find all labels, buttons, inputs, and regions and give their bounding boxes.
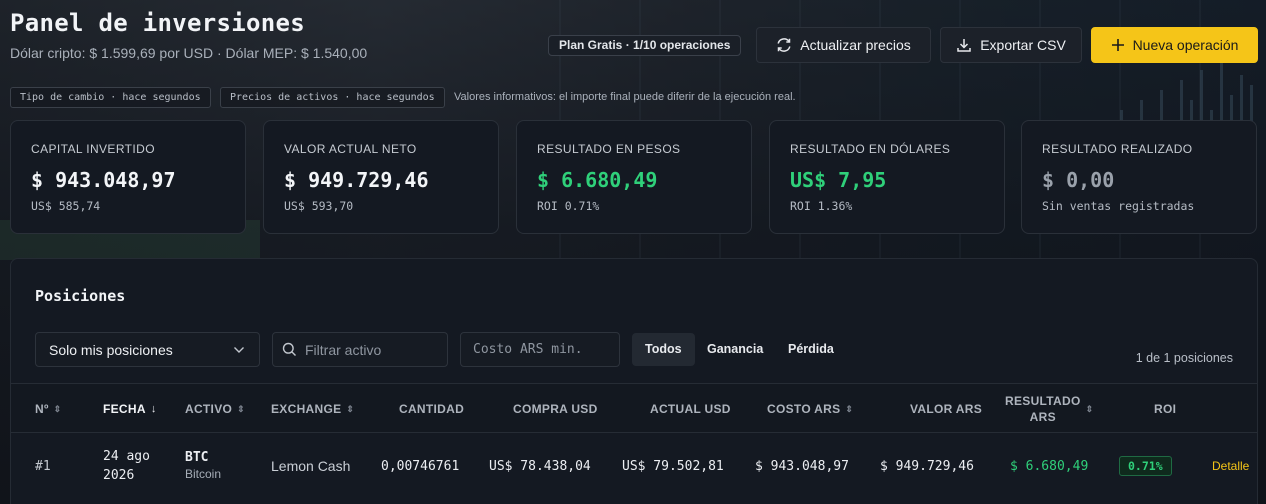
- asset-prices-tag: Precios de activos · hace segundos: [220, 87, 445, 108]
- new-operation-label: Nueva operación: [1132, 37, 1239, 53]
- roi-badge: 0.71%: [1119, 456, 1172, 476]
- export-csv-button[interactable]: Exportar CSV: [940, 27, 1082, 63]
- card-sub: US$ 585,74: [31, 199, 101, 213]
- column-result-ars[interactable]: RESULTADO ARS ⇕: [1005, 384, 1093, 434]
- card-value: $ 949.729,46: [284, 168, 429, 192]
- row-number: #1: [35, 458, 51, 474]
- row-result-ars: $ 6.680,49: [1010, 458, 1089, 474]
- column-date[interactable]: FECHA ↓: [103, 384, 157, 434]
- refresh-prices-label: Actualizar precios: [800, 37, 911, 53]
- page-title: Panel de inversiones: [10, 9, 305, 37]
- column-label: FECHA: [103, 402, 146, 416]
- detail-link[interactable]: Detalle: [1212, 459, 1249, 473]
- column-value-ars: VALOR ARS: [910, 384, 982, 434]
- filter-loss-button[interactable]: Pérdida: [775, 333, 847, 366]
- row-cost-ars: $ 943.048,97: [755, 458, 849, 474]
- download-icon: [957, 39, 971, 52]
- sort-icon: ⇕: [237, 403, 245, 414]
- refresh-icon: [777, 38, 791, 52]
- column-label: CANTIDAD: [399, 402, 465, 416]
- card-sub: ROI 1.36%: [790, 199, 853, 213]
- filter-all-button[interactable]: Todos: [632, 333, 695, 366]
- column-asset[interactable]: ACTIVO ⇕: [185, 384, 245, 434]
- row-current-usd: US$ 79.502,81: [622, 458, 724, 474]
- column-label: EXCHANGE: [271, 402, 342, 416]
- column-label: COMPRA USD: [513, 402, 598, 416]
- column-quantity: CANTIDAD: [399, 384, 464, 434]
- card-net-current-value: VALOR ACTUAL NETO $ 949.729,46 US$ 593,7…: [263, 120, 499, 234]
- card-result-pesos: RESULTADO EN PESOS $ 6.680,49 ROI 0.71%: [516, 120, 752, 234]
- asset-filter-field: [272, 332, 448, 367]
- min-cost-input[interactable]: [473, 333, 619, 366]
- row-buy-usd: US$ 78.438,04: [489, 458, 591, 474]
- card-label: VALOR ACTUAL NETO: [284, 142, 417, 156]
- row-detail: Detalle: [1212, 433, 1249, 499]
- sort-icon: ⇕: [845, 403, 854, 414]
- select-value: Solo mis posiciones: [49, 341, 173, 358]
- row-date-day: 24 ago: [103, 449, 150, 464]
- positions-count: 1 de 1 posiciones: [1135, 351, 1233, 365]
- asset-symbol: BTC: [185, 450, 209, 465]
- card-sub: Sin ventas registradas: [1042, 199, 1195, 213]
- column-label: COSTO ARS: [767, 402, 841, 416]
- column-label: RESULTADO: [1005, 394, 1081, 408]
- positions-scope-select[interactable]: Solo mis posiciones: [35, 332, 260, 367]
- positions-title: Posiciones: [35, 287, 126, 305]
- row-date: 24 ago 2026: [103, 433, 150, 499]
- card-label: CAPITAL INVERTIDO: [31, 142, 155, 156]
- card-realized-result: RESULTADO REALIZADO $ 0,00 Sin ventas re…: [1021, 120, 1257, 234]
- row-date-year: 2026: [103, 468, 135, 483]
- card-value: US$ 7,95: [790, 168, 887, 192]
- card-capital-invested: CAPITAL INVERTIDO $ 943.048,97 US$ 585,7…: [10, 120, 246, 234]
- chevron-down-icon: [234, 346, 244, 353]
- column-label: Nº: [35, 402, 49, 416]
- column-label: ACTUAL USD: [650, 402, 731, 416]
- positions-panel: Posiciones Solo mis posiciones Todos Gan…: [10, 258, 1258, 504]
- column-buy-usd: COMPRA USD: [513, 384, 598, 434]
- card-value: $ 6.680,49: [537, 168, 658, 192]
- column-number[interactable]: Nº ⇕: [35, 384, 62, 434]
- sort-desc-icon: ↓: [150, 402, 157, 415]
- row-asset: BTC Bitcoin: [185, 433, 221, 499]
- column-label: ROI: [1154, 402, 1177, 416]
- asset-filter-input[interactable]: [305, 333, 447, 366]
- column-current-usd: ACTUAL USD: [650, 384, 731, 434]
- column-label: VALOR ARS: [910, 402, 983, 416]
- min-cost-field: [460, 332, 620, 367]
- exchange-rate-tag: Tipo de cambio · hace segundos: [10, 87, 211, 108]
- plan-badge: Plan Gratis · 1/10 operaciones: [548, 35, 742, 56]
- new-operation-button[interactable]: Nueva operación: [1091, 27, 1258, 63]
- refresh-prices-button[interactable]: Actualizar precios: [756, 27, 931, 63]
- sort-icon: ⇕: [1085, 403, 1094, 414]
- column-label: ARS: [1029, 410, 1056, 424]
- column-roi: ROI: [1154, 384, 1176, 434]
- exchange-rates-subtitle: Dólar cripto: $ 1.599,69 por USD · Dólar…: [10, 45, 368, 61]
- row-value-ars: $ 949.729,46: [880, 458, 974, 474]
- card-result-dollars: RESULTADO EN DÓLARES US$ 7,95 ROI 1.36%: [769, 120, 1005, 234]
- plus-icon: [1111, 39, 1124, 51]
- informative-note: Valores informativos: el importe final p…: [454, 91, 796, 103]
- column-label: ACTIVO: [185, 402, 233, 416]
- card-sub: US$ 593,70: [284, 199, 354, 213]
- positions-table-header: Nº ⇕ FECHA ↓ ACTIVO ⇕ EXCHANGE ⇕ CANTIDAD CO…: [11, 383, 1257, 433]
- row-roi: 0.71%: [1119, 433, 1172, 499]
- card-label: RESULTADO EN DÓLARES: [790, 142, 951, 156]
- sort-icon: ⇕: [53, 403, 62, 414]
- column-exchange[interactable]: EXCHANGE ⇕: [271, 384, 354, 434]
- card-sub: ROI 0.71%: [537, 199, 600, 213]
- row-quantity: 0,00746761: [381, 458, 460, 474]
- card-value: $ 943.048,97: [31, 168, 176, 192]
- export-csv-label: Exportar CSV: [980, 37, 1066, 53]
- card-label: RESULTADO REALIZADO: [1042, 142, 1193, 156]
- card-label: RESULTADO EN PESOS: [537, 142, 681, 156]
- asset-name: Bitcoin: [185, 467, 222, 481]
- filter-gain-button[interactable]: Ganancia: [694, 333, 776, 366]
- sort-icon: ⇕: [346, 403, 355, 414]
- column-label-wrap: RESULTADO ARS: [1005, 393, 1081, 425]
- card-value: $ 0,00: [1042, 168, 1115, 192]
- row-exchange: Lemon Cash: [271, 458, 351, 474]
- column-cost-ars[interactable]: COSTO ARS ⇕: [767, 384, 853, 434]
- search-icon: [282, 342, 296, 356]
